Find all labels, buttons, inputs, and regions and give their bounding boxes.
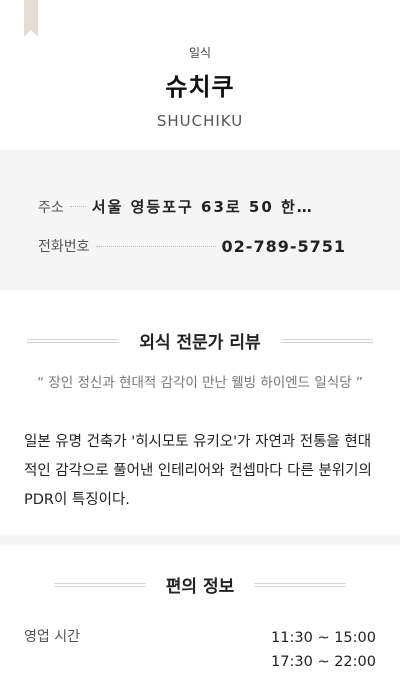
title-rule-right <box>254 582 347 587</box>
title-rule-left <box>53 582 146 587</box>
restaurant-name: 슈치쿠 <box>165 73 235 101</box>
address-row: 주소 서울 영등포구 63로 50 한… <box>38 196 370 217</box>
phone-label: 전화번호 <box>38 239 90 255</box>
hours-label: 영업 시간 <box>24 629 80 645</box>
phone-value[interactable]: 02-789-5751 <box>222 237 346 256</box>
hours-values: 11:30 ~ 15:00 17:30 ~ 22:00 <box>271 626 376 674</box>
section-divider <box>0 535 400 545</box>
dotted-leader <box>69 206 86 207</box>
review-section-header: 외식 전문가 리뷰 <box>0 328 400 353</box>
bookmark-icon[interactable] <box>24 0 38 37</box>
restaurant-header: 일식 슈치쿠 SHUCHIKU <box>0 44 400 130</box>
address-value[interactable]: 서울 영등포구 63로 50 한… <box>92 196 314 217</box>
restaurant-eng-name: SHUCHIKU <box>156 112 244 130</box>
hours-lunch: 11:30 ~ 15:00 <box>271 630 376 646</box>
convenience-section-header: 편의 정보 <box>0 572 400 597</box>
dotted-leader <box>95 245 216 247</box>
phone-row: 전화번호 02-789-5751 <box>38 236 370 256</box>
info-box: 주소 서울 영등포구 63로 50 한… 전화번호 02-789-5751 <box>0 150 400 290</box>
category-label: 일식 <box>188 46 212 60</box>
convenience-title: 편의 정보 <box>165 577 235 597</box>
address-label: 주소 <box>38 199 64 216</box>
title-rule-right <box>280 338 373 343</box>
review-body: 일본 유명 건축가 '히시모토 유키오'가 자연과 전통을 현대적인 감각으로 … <box>24 434 372 508</box>
hours-dinner: 17:30 ~ 22:00 <box>271 654 376 670</box>
review-title: 외식 전문가 리뷰 <box>139 333 261 353</box>
review-quote: “ 장인 정신과 현대적 감각이 만난 웰빙 하이엔드 일식당 ” <box>37 375 363 391</box>
title-rule-left <box>27 338 120 343</box>
